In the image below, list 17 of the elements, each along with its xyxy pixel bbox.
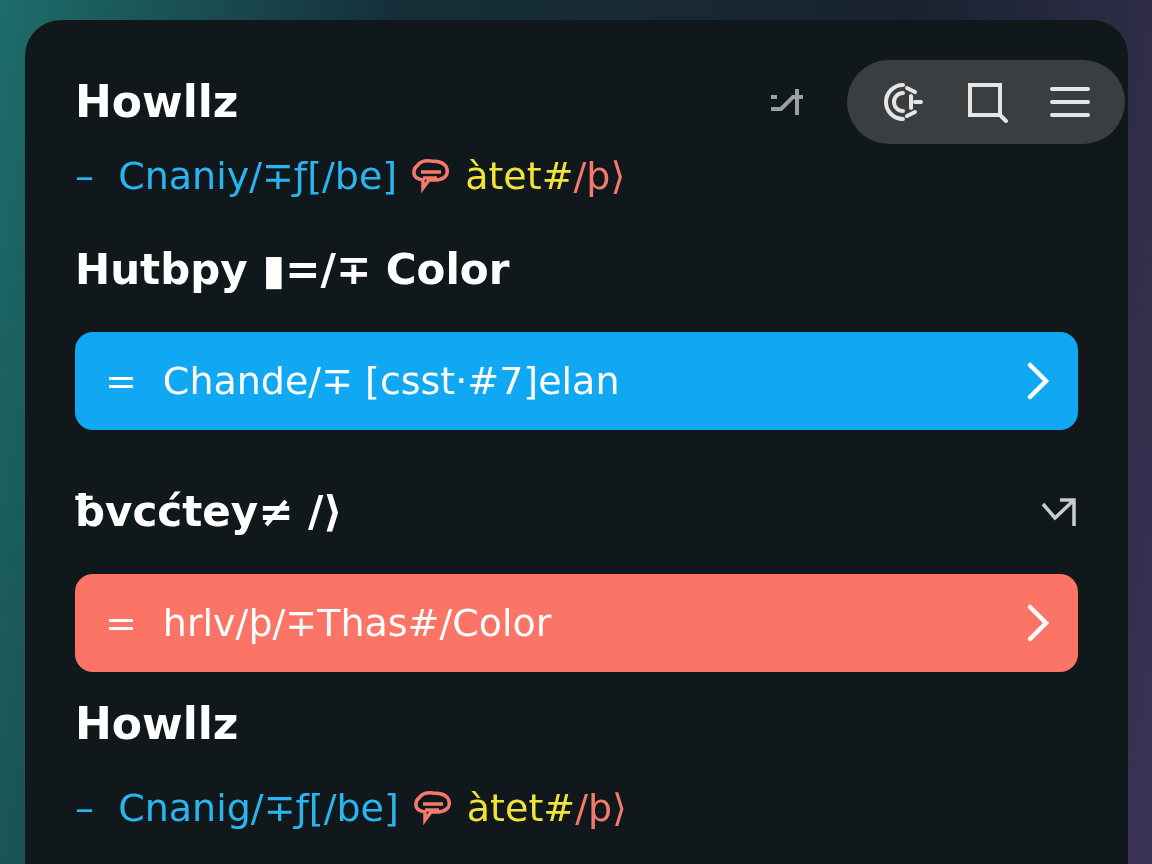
code-text: àtet#/þ⟩: [466, 785, 627, 832]
chevron-icon: [1026, 603, 1050, 643]
section-heading: ƀvcćtey≠ /⟩: [75, 486, 343, 538]
chevron-icon: [1026, 361, 1050, 401]
color-bar-button[interactable]: = Chande/∓ [csst·#7]elan: [75, 332, 1078, 430]
section-heading: Hutbpy ▮=/∓ Color: [75, 244, 510, 296]
color-bar-button[interactable]: = hrlv/þ/∓Thas#/Color: [75, 574, 1078, 672]
gear-icon[interactable]: [881, 80, 925, 124]
speech-bubble-icon: [411, 158, 452, 194]
code-text: – Cnanig/∓ƒ[/be]: [75, 785, 399, 832]
code-text: àtet#/þ⟩: [465, 153, 626, 200]
menu-icon[interactable]: [1049, 85, 1091, 119]
speech-bubble-icon: [412, 790, 453, 826]
arrow-icon[interactable]: [1040, 496, 1078, 528]
app-title: Howllz: [75, 75, 239, 129]
section-title: Howllz: [75, 697, 240, 751]
code-text: – Cnaniy/∓ƒ[/be]: [75, 153, 398, 200]
